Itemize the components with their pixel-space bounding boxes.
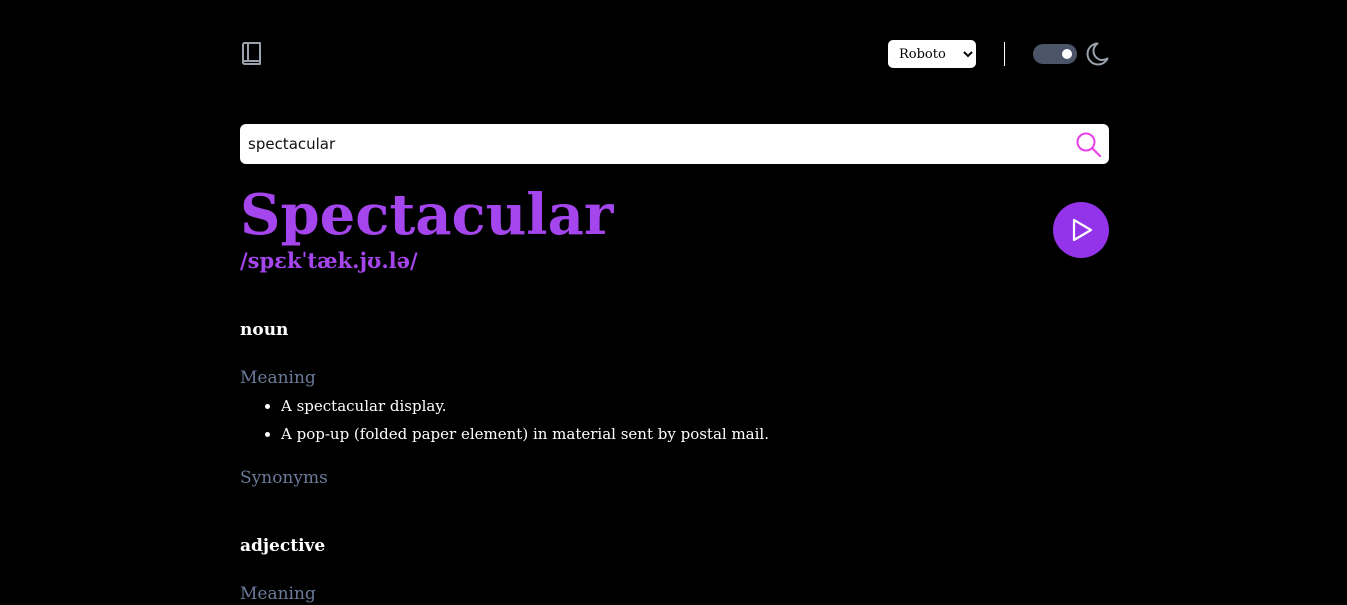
dictionary-page: Roboto Spectacular /spɛkˈtæk.jʊ.lə/ xyxy=(0,0,1347,605)
definition-item: A spectacular display. xyxy=(281,392,769,420)
word-title: Spectacular xyxy=(240,182,614,248)
definition-list-noun: A spectacular display. A pop-up (folded … xyxy=(240,392,769,448)
synonyms-label-noun: Synonyms xyxy=(240,468,328,488)
part-of-speech-adjective: adjective xyxy=(240,536,326,556)
book-icon[interactable] xyxy=(240,41,264,67)
header-divider xyxy=(1004,42,1005,66)
definition-item: A pop-up (folded paper element) in mater… xyxy=(281,420,769,448)
part-of-speech-noun: noun xyxy=(240,320,289,340)
play-audio-button[interactable] xyxy=(1053,202,1109,258)
moon-icon xyxy=(1086,42,1109,66)
theme-toggle[interactable] xyxy=(1033,44,1077,64)
search-input[interactable] xyxy=(240,124,1060,164)
meaning-label-noun: Meaning xyxy=(240,368,316,388)
header: Roboto xyxy=(240,38,1109,70)
meaning-label-adjective: Meaning xyxy=(240,584,316,604)
phonetic-text: /spɛkˈtæk.jʊ.lə/ xyxy=(240,248,418,273)
play-icon xyxy=(1072,218,1093,242)
font-select[interactable]: Roboto xyxy=(888,40,976,68)
toggle-knob xyxy=(1062,49,1072,59)
search-icon[interactable] xyxy=(1075,131,1103,159)
search-box xyxy=(240,124,1109,164)
